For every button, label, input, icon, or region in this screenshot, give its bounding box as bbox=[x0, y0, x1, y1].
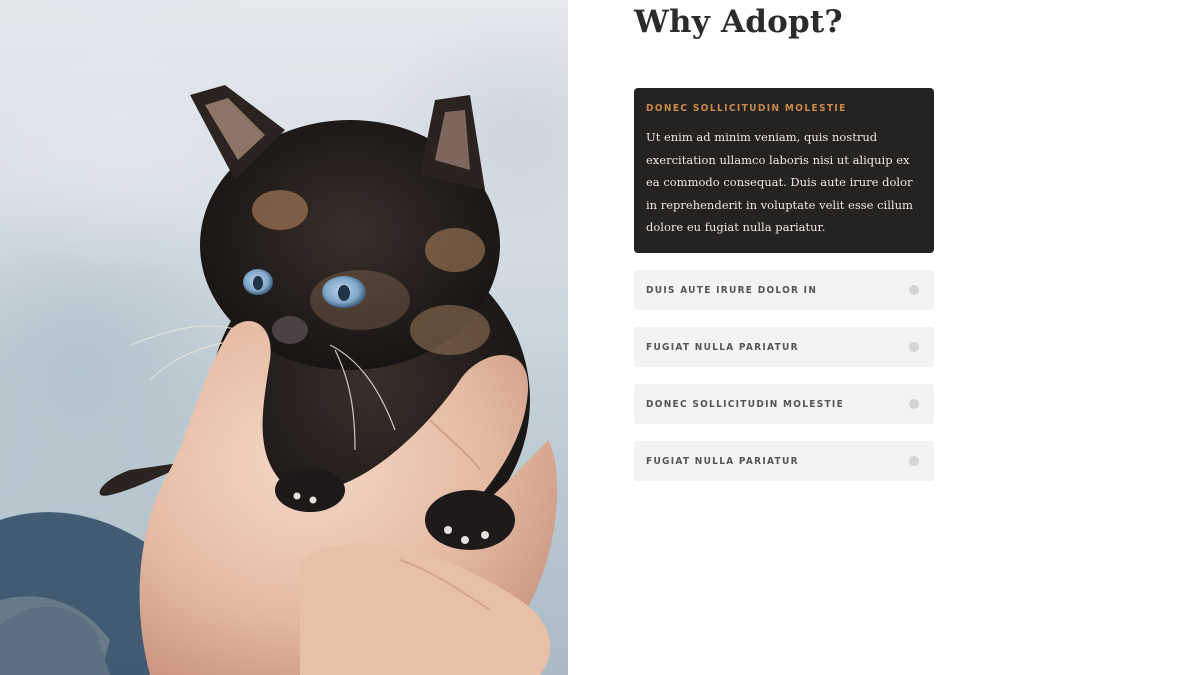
circle-toggle-icon[interactable] bbox=[909, 285, 919, 295]
accordion-item-label: FUGIAT NULLA PARIATUR bbox=[646, 341, 799, 353]
accordion-item-3[interactable]: DONEC SOLLICITUDIN MOLESTIE bbox=[634, 384, 934, 424]
accordion-item-2[interactable]: FUGIAT NULLA PARIATUR bbox=[634, 327, 934, 367]
accordion-item-4[interactable]: FUGIAT NULLA PARIATUR bbox=[634, 441, 934, 481]
accordion-item-1[interactable]: DUIS AUTE IRURE DOLOR IN bbox=[634, 270, 934, 310]
accordion-item-open[interactable]: DONEC SOLLICITUDIN MOLESTIE Ut enim ad m… bbox=[634, 88, 934, 253]
accordion-item-body: Ut enim ad minim veniam, quis nostrud ex… bbox=[646, 130, 913, 234]
circle-toggle-icon[interactable] bbox=[909, 399, 919, 409]
accordion-item-label: DONEC SOLLICITUDIN MOLESTIE bbox=[646, 398, 845, 410]
circle-toggle-icon[interactable] bbox=[909, 456, 919, 466]
hero-image bbox=[0, 0, 568, 675]
accordion-item-label: FUGIAT NULLA PARIATUR bbox=[646, 455, 799, 467]
accordion: DONEC SOLLICITUDIN MOLESTIE Ut enim ad m… bbox=[634, 88, 934, 498]
accordion-item-label: DUIS AUTE IRURE DOLOR IN bbox=[646, 284, 818, 296]
kitten-in-hands-illustration bbox=[0, 85, 558, 675]
section-title: Why Adopt? bbox=[634, 4, 843, 40]
accordion-item-heading[interactable]: DONEC SOLLICITUDIN MOLESTIE bbox=[646, 103, 922, 114]
circle-toggle-icon[interactable] bbox=[909, 342, 919, 352]
